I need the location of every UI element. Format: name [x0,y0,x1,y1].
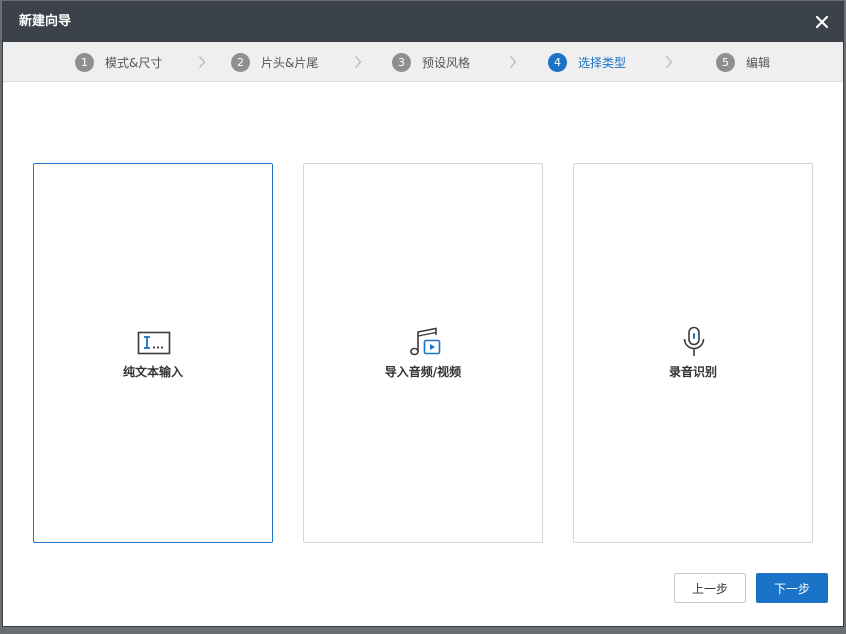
previous-step-button[interactable]: 上一步 [674,573,746,603]
wizard-steps: 1 模式&尺寸 2 片头&片尾 3 预设风格 4 选择类型 5 编辑 [3,42,843,82]
step-number: 1 [75,52,94,72]
step-label: 选择类型 [578,55,627,70]
chevron-right-icon [509,56,517,68]
step-label: 编辑 [746,55,771,70]
step-label: 模式&尺寸 [105,55,163,70]
step-preset-style[interactable]: 3 预设风格 [392,52,470,72]
type-card-label: 纯文本输入 [122,365,183,379]
step-number: 3 [392,52,411,72]
chevron-right-icon [665,56,673,68]
step-mode-size[interactable]: 1 模式&尺寸 [75,52,162,72]
step-label: 片头&片尾 [261,55,319,70]
type-card-import-media[interactable]: 导入音频/视频 [303,163,543,543]
step-number: 2 [231,52,250,72]
next-step-button[interactable]: 下一步 [756,573,828,603]
type-card-voice-recognition[interactable]: 录音识别 [573,163,813,543]
dialog-title: 新建向导 [19,14,72,29]
text-input-icon [137,326,171,358]
type-card-plain-text[interactable]: 纯文本输入 [33,163,273,543]
chevron-right-icon [198,56,206,68]
close-icon[interactable] [811,11,833,33]
step-select-type[interactable]: 4 选择类型 [548,52,626,72]
step-label: 预设风格 [422,55,471,70]
type-card-label: 导入音频/视频 [384,365,462,379]
step-edit[interactable]: 5 编辑 [716,52,770,72]
type-card-label: 录音识别 [668,365,717,379]
step-number: 5 [716,52,735,72]
title-bar: 新建向导 [3,2,843,42]
music-video-icon [407,326,441,358]
step-number: 4 [548,52,567,72]
step-intro-outro[interactable]: 2 片头&片尾 [231,52,318,72]
new-wizard-dialog: 新建向导 1 模式&尺寸 2 片头&片尾 3 预设风格 4 选择类型 5 编辑 … [3,2,843,626]
chevron-right-icon [354,56,362,68]
microphone-icon [677,326,711,358]
